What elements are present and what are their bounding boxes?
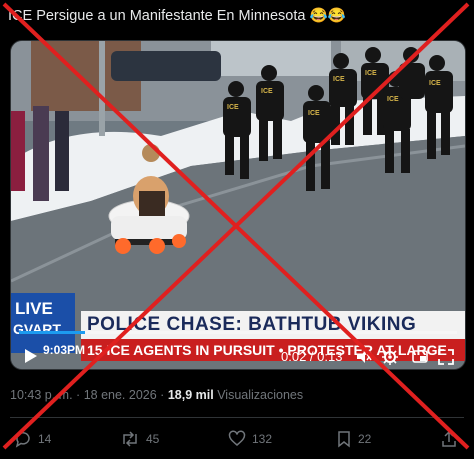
- meta-separator: ·: [160, 388, 165, 402]
- headline-box: POLICE CHASE: BATHTUB VIKING: [81, 311, 465, 339]
- views-label: Visualizaciones: [217, 388, 304, 402]
- share-button[interactable]: [440, 429, 464, 449]
- gear-icon[interactable]: [381, 348, 399, 366]
- like-button[interactable]: 132: [228, 429, 272, 449]
- bookmark-button[interactable]: 22: [336, 429, 371, 449]
- views-count: 18,9 mil: [167, 388, 214, 402]
- reply-count: 14: [38, 432, 52, 446]
- station-label: GVART: [13, 321, 61, 337]
- repost-icon: [123, 431, 137, 447]
- share-icon: [442, 430, 456, 447]
- play-icon[interactable]: [21, 347, 39, 365]
- repost-button[interactable]: 45: [120, 429, 159, 449]
- svg-text:ICE: ICE: [227, 104, 239, 111]
- post-time[interactable]: 10:43 p. m.: [10, 388, 73, 402]
- fullscreen-icon[interactable]: [437, 348, 455, 366]
- meta-separator: ·: [76, 388, 81, 402]
- svg-text:ICE: ICE: [429, 80, 441, 87]
- svg-text:ICE: ICE: [387, 96, 399, 103]
- video-player[interactable]: ICE ICE ICE ICE ICE ICE ICE LIVE GVART POLIC…: [10, 40, 466, 370]
- bookmark-icon: [338, 431, 350, 448]
- progress-fill: [19, 331, 85, 334]
- progress-bar[interactable]: [19, 331, 457, 334]
- svg-text:ICE: ICE: [365, 70, 377, 77]
- heart-icon: [228, 430, 246, 446]
- live-label: LIVE: [15, 299, 53, 318]
- svg-text:ICE: ICE: [333, 76, 345, 83]
- video-controls: 9:03PM 0:02 / 0:13: [11, 331, 465, 369]
- action-bar: 14 45 132 22: [0, 425, 474, 453]
- reply-icon: [15, 432, 30, 448]
- like-count: 132: [252, 432, 273, 446]
- video-time: 0:02 / 0:13: [281, 349, 343, 364]
- repost-count: 45: [146, 432, 160, 446]
- svg-text:ICE: ICE: [308, 110, 320, 117]
- volume-icon[interactable]: [355, 348, 373, 366]
- divider: [10, 417, 464, 418]
- pip-icon[interactable]: [411, 348, 429, 366]
- broadcast-time: 9:03PM: [43, 343, 86, 357]
- post-date[interactable]: 18 ene. 2026: [84, 388, 157, 402]
- reply-button[interactable]: 14: [14, 429, 51, 449]
- post-text: ICE Persigue a un Manifestante En Minnes…: [8, 8, 346, 24]
- svg-text:ICE: ICE: [261, 88, 273, 95]
- post-meta: 10:43 p. m. · 18 ene. 2026 · 18,9 mil Vi…: [10, 388, 303, 402]
- bookmark-count: 22: [358, 432, 372, 446]
